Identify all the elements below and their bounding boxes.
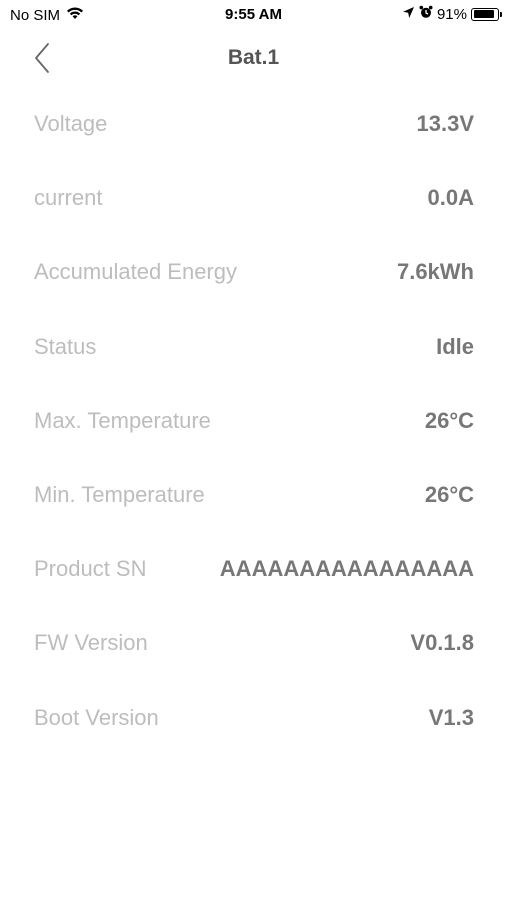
info-row-status: Status Idle	[0, 310, 507, 384]
location-arrow-icon	[402, 6, 415, 23]
info-label: Boot Version	[34, 704, 159, 730]
info-label: Min. Temperature	[34, 482, 205, 508]
alarm-icon	[419, 5, 433, 23]
info-row-voltage: Voltage 13.3V	[0, 87, 507, 161]
battery-fill	[473, 10, 494, 18]
info-value: 0.0A	[427, 185, 474, 211]
info-row-boot-version: Boot Version V1.3	[0, 681, 507, 755]
info-value: V1.3	[428, 704, 474, 730]
info-row-current: current 0.0A	[0, 161, 507, 235]
page-title: Bat.1	[227, 46, 280, 69]
info-label: Max. Temperature	[34, 407, 211, 433]
navigation-bar: Bat.1	[0, 34, 507, 82]
battery-percent: 91%	[436, 5, 467, 23]
info-value: Idle	[436, 333, 474, 359]
info-value: 26°C	[424, 482, 474, 508]
info-label: FW Version	[34, 630, 148, 656]
info-row-min-temperature: Min. Temperature 26°C	[0, 458, 507, 532]
info-label: Accumulated Energy	[34, 259, 237, 285]
info-row-max-temperature: Max. Temperature 26°C	[0, 384, 507, 458]
battery-detail-screen: No SIM 9:55 AM 91% Bat.1 Voltage 13.3V c…	[0, 0, 507, 900]
info-label: Status	[34, 333, 97, 359]
battery-icon	[471, 7, 502, 21]
battery-tip	[500, 11, 502, 17]
info-row-fw-version: FW Version V0.1.8	[0, 606, 507, 680]
info-value: 13.3V	[416, 111, 475, 137]
status-right: 91%	[398, 5, 502, 23]
info-label: Product SN	[34, 556, 147, 582]
info-value: 26°C	[424, 407, 474, 433]
info-value: AAAAAAAAAAAAAAAA	[219, 556, 474, 582]
status-bar: No SIM 9:55 AM 91%	[0, 0, 507, 30]
battery-info-list: Voltage 13.3V current 0.0A Accumulated E…	[0, 87, 507, 755]
info-row-product-sn: Product SN AAAAAAAAAAAAAAAA	[0, 532, 507, 606]
info-row-accumulated-energy: Accumulated Energy 7.6kWh	[0, 235, 507, 309]
info-label: Voltage	[34, 111, 108, 137]
info-label: current	[34, 185, 103, 211]
info-value: 7.6kWh	[396, 259, 474, 285]
info-value: V0.1.8	[410, 630, 474, 656]
